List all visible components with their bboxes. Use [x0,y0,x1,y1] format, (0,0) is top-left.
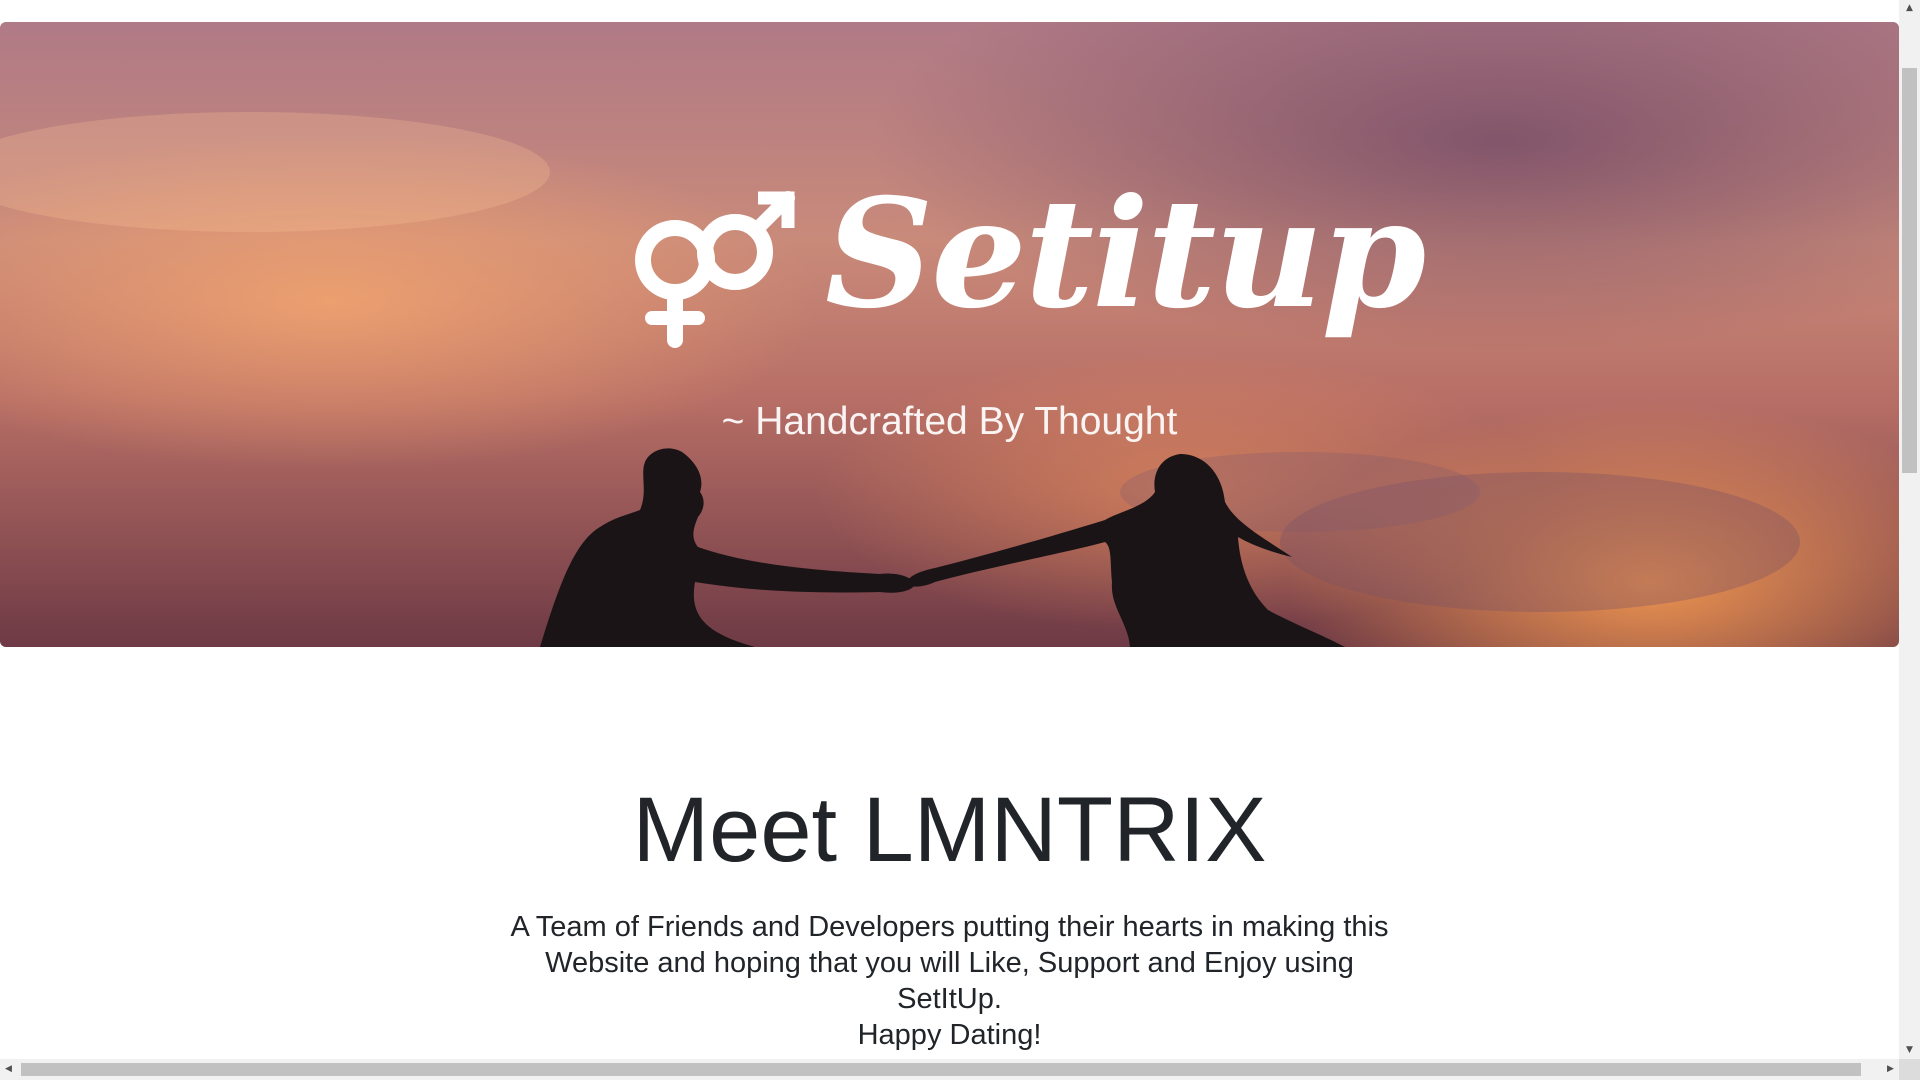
about-section: Meet LMNTRIX A Team of Friends and Devel… [0,779,1899,1053]
about-title: Meet LMNTRIX [632,779,1267,881]
page-viewport: Setitup ~ Handcrafted By Thought Meet LM… [0,0,1899,1059]
about-line: A Team of Friends and Developers putting… [510,911,1389,944]
hero-banner: Setitup ~ Handcrafted By Thought [0,22,1899,647]
scroll-left-icon[interactable]: ◀ [0,1059,17,1080]
about-line: Happy Dating! [857,1019,1042,1052]
brand-logo[interactable]: Setitup [630,172,1426,392]
horizontal-scrollbar[interactable]: ◀ ▶ [0,1059,1899,1080]
vertical-scroll-thumb[interactable] [1902,68,1917,473]
scroll-up-icon[interactable]: ▲ [1899,0,1920,17]
about-line: Website and hoping that you will Like, S… [545,947,1354,980]
about-description: A Team of Friends and Developers putting… [490,909,1410,1053]
brand-name: Setitup [825,166,1426,342]
hero-tagline: ~ Handcrafted By Thought [721,400,1178,443]
scroll-down-icon[interactable]: ▼ [1899,1042,1920,1059]
scrollbar-corner [1899,1059,1920,1080]
scroll-right-icon[interactable]: ▶ [1882,1059,1899,1080]
horizontal-scroll-thumb[interactable] [21,1063,1861,1076]
about-line: SetItUp. [897,983,1002,1016]
vertical-scrollbar[interactable]: ▲ ▼ [1899,0,1920,1059]
gender-symbols-icon [635,191,795,348]
